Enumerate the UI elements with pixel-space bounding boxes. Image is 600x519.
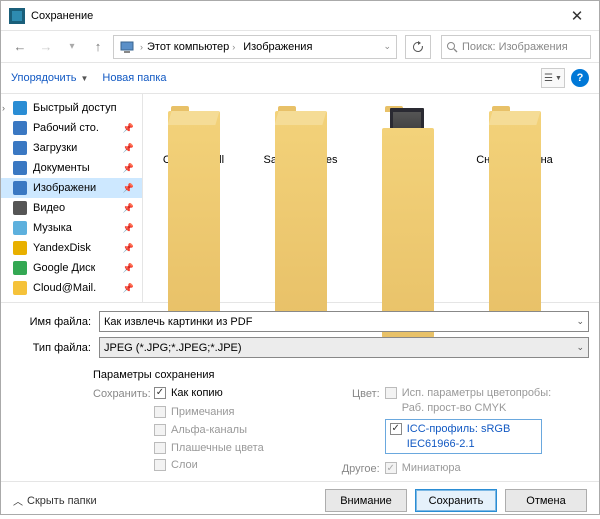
sidebar-item-1[interactable]: Рабочий сто.📌: [1, 118, 142, 138]
sidebar-item-0[interactable]: ›Быстрый доступ: [1, 98, 142, 118]
search-input[interactable]: Поиск: Изображения: [441, 35, 591, 59]
cancel-button[interactable]: Отмена: [505, 489, 587, 512]
window-title: Сохранение: [31, 10, 93, 22]
folder-icon: [13, 161, 27, 175]
sidebar: ›Быстрый доступРабочий сто.📌Загрузки📌Док…: [1, 94, 143, 302]
color-label: Цвет:: [324, 386, 380, 402]
path-root[interactable]: Этот компьютер›: [143, 36, 239, 58]
dialog-body: ›Быстрый доступРабочий сто.📌Загрузки📌Док…: [1, 93, 599, 303]
filetype-select[interactable]: JPEG (*.JPG;*.JPEG;*.JPE) ⌄: [99, 337, 589, 358]
filename-label: Имя файла:: [11, 316, 99, 328]
organize-menu[interactable]: Упорядочить▼: [11, 72, 88, 84]
folder-icon: [13, 241, 27, 255]
sidebar-item-6[interactable]: Музыка📌: [1, 218, 142, 238]
folder-icon: [13, 141, 27, 155]
save-params: Параметры сохранения Сохранить: Как копи…: [1, 367, 599, 481]
pc-icon: [118, 38, 136, 56]
sidebar-item-9[interactable]: Cloud@Mail.📌: [1, 278, 142, 298]
new-folder-button[interactable]: Новая папка: [102, 72, 166, 84]
folder-icon: [13, 201, 27, 215]
notes-checkbox: [154, 406, 166, 418]
pin-icon: 📌: [123, 143, 138, 154]
ascopy-checkbox[interactable]: [154, 387, 166, 399]
pin-icon: 📌: [123, 283, 138, 294]
chevron-down-icon[interactable]: ⌄: [576, 316, 584, 327]
app-icon: [9, 8, 25, 24]
form-area: Имя файла: Как извлечь картинки из PDF ⌄…: [1, 303, 599, 367]
folder-icon: [168, 106, 220, 148]
up-button[interactable]: ↑: [87, 36, 109, 58]
other-label: Другое:: [324, 461, 380, 477]
forward-button[interactable]: →: [35, 36, 57, 58]
pin-icon: 📌: [123, 163, 138, 174]
address-bar[interactable]: › Этот компьютер› Изображения ⌄: [113, 35, 397, 59]
save-button[interactable]: Сохранить: [415, 489, 497, 512]
folder-icon: [13, 121, 27, 135]
toolbar: Упорядочить▼ Новая папка ☰ ▼ ?: [1, 63, 599, 93]
search-icon: [446, 41, 458, 53]
proof-checkbox: [385, 387, 397, 399]
path-current[interactable]: Изображения: [239, 36, 316, 58]
pin-icon: 📌: [123, 243, 138, 254]
pin-icon: 📌: [123, 263, 138, 274]
save-mode-label: Сохранить:: [93, 386, 149, 402]
title-bar: Сохранение ✕: [1, 1, 599, 31]
close-button[interactable]: ✕: [555, 1, 599, 31]
params-header: Параметры сохранения: [93, 369, 264, 381]
icc-checkbox[interactable]: [390, 423, 402, 435]
recent-dropdown[interactable]: ▾: [61, 36, 83, 58]
folder-icon: [13, 281, 27, 295]
pin-icon: 📌: [123, 223, 138, 234]
pin-icon: 📌: [123, 203, 138, 214]
folder-item[interactable]: Saved Pictures: [258, 106, 343, 167]
attention-button[interactable]: Внимание: [325, 489, 407, 512]
filetype-label: Тип файла:: [11, 342, 99, 354]
nav-bar: ← → ▾ ↑ › Этот компьютер› Изображения ⌄ …: [1, 31, 599, 63]
refresh-button[interactable]: [405, 35, 431, 59]
sidebar-item-3[interactable]: Документы📌: [1, 158, 142, 178]
folder-item[interactable]: Снимки экрана: [472, 106, 557, 167]
icc-profile-option[interactable]: ICC-профиль: sRGB IEC61966-2.1: [385, 419, 542, 455]
sidebar-item-5[interactable]: Видео📌: [1, 198, 142, 218]
sidebar-item-2[interactable]: Загрузки📌: [1, 138, 142, 158]
folder-icon: [13, 221, 27, 235]
view-mode-button[interactable]: ☰ ▼: [541, 68, 565, 88]
spot-checkbox: [154, 442, 166, 454]
layers-checkbox: [154, 459, 166, 471]
folder-icon: [13, 261, 27, 275]
sidebar-item-7[interactable]: YandexDisk📌: [1, 238, 142, 258]
filename-input[interactable]: Как извлечь картинки из PDF ⌄: [99, 311, 589, 332]
help-button[interactable]: ?: [571, 69, 589, 87]
thumbnail-checkbox: [385, 462, 397, 474]
back-button[interactable]: ←: [9, 36, 31, 58]
folder-view[interactable]: Camera Roll Saved Pictures Обои Снимки экра…: [143, 94, 599, 302]
chevron-down-icon[interactable]: ⌄: [576, 342, 584, 353]
folder-icon: [13, 101, 27, 115]
sidebar-item-4[interactable]: Изображени📌: [1, 178, 142, 198]
folder-icon: [489, 106, 541, 148]
folder-item[interactable]: Camera Roll: [151, 106, 236, 167]
pin-icon: 📌: [123, 123, 138, 134]
hide-folders-toggle[interactable]: ︿ Скрыть папки: [13, 493, 97, 508]
folder-icon: [13, 181, 27, 195]
footer: ︿ Скрыть папки Внимание Сохранить Отмена: [1, 481, 599, 519]
folder-icon: [382, 106, 434, 148]
pin-icon: 📌: [123, 183, 138, 194]
folder-item[interactable]: Обои: [365, 106, 450, 167]
alpha-checkbox: [154, 424, 166, 436]
sidebar-item-8[interactable]: Google Диск📌: [1, 258, 142, 278]
folder-icon: [275, 106, 327, 148]
path-dropdown[interactable]: ⌄: [378, 41, 396, 52]
chevron-up-icon: ︿: [13, 493, 23, 508]
